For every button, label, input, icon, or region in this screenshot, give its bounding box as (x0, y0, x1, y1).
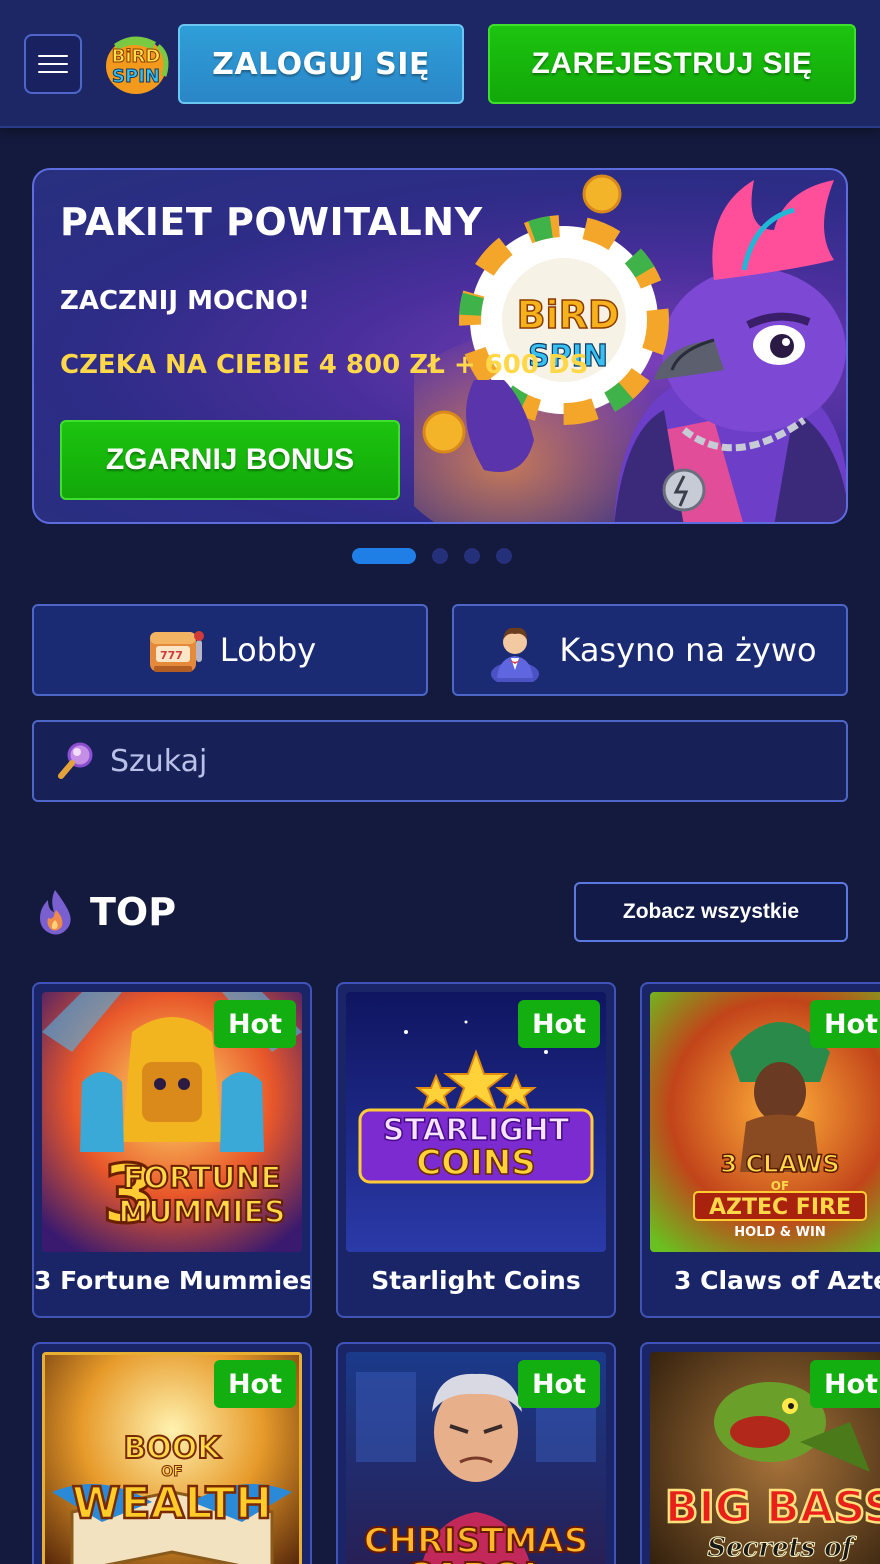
art-text: WEALTH (72, 1478, 272, 1529)
game-title: 3 Fortune Mummies (34, 1266, 312, 1295)
hot-badge: Hot (213, 1360, 296, 1408)
chip-text-bird: BiRD (517, 293, 620, 337)
art-text: CAROL (404, 1555, 547, 1564)
game-card[interactable]: BOOK OF WEALTH Hot (32, 1342, 312, 1564)
login-button[interactable]: ZALOGUJ SIĘ (178, 24, 464, 104)
lobby-label: Lobby (219, 631, 317, 669)
hamburger-menu-button[interactable] (24, 34, 82, 94)
search-input[interactable] (110, 743, 810, 779)
hot-badge: Hot (517, 1000, 600, 1048)
art-text: Secrets of (707, 1533, 856, 1563)
dealer-icon (491, 627, 540, 682)
hot-badge: Hot (213, 1000, 296, 1048)
logo-text-bird: BiRD (112, 46, 161, 67)
slot-machine-icon: 777 (149, 631, 204, 672)
game-card[interactable]: 3 CLAWS OF AZTEC FIRE HOLD & WIN Hot 3 C… (640, 982, 880, 1318)
see-all-button[interactable]: Zobacz wszystkie (574, 882, 848, 942)
carousel-dot-2[interactable] (432, 548, 448, 564)
game-title: 3 Claws of Aztec Fire (674, 1266, 880, 1295)
banner-offer: CZEKA NA CIEBIE 4 800 ZŁ + 600 DS (60, 350, 589, 380)
live-casino-label: Kasyno na żywo (559, 631, 817, 669)
carousel-pagination (352, 548, 512, 564)
carousel-dot-1[interactable] (352, 548, 416, 564)
art-text: COINS (416, 1143, 535, 1183)
art-text: HOLD & WIN (734, 1225, 825, 1240)
svg-text:777: 777 (160, 649, 183, 662)
carousel-dot-4[interactable] (496, 548, 512, 564)
game-title: Starlight Coins (371, 1266, 581, 1295)
hot-badge: Hot (809, 1000, 880, 1048)
flame-icon (40, 890, 71, 935)
game-card[interactable]: 3 FORTUNE MUMMIES Hot 3 Fortune Mummies (32, 982, 312, 1318)
banner-title: PAKIET POWITALNY (60, 200, 483, 244)
claim-bonus-button[interactable]: ZGARNIJ BONUS (60, 420, 400, 500)
menu-line (38, 63, 68, 65)
art-text: BOOK (123, 1431, 222, 1466)
hot-badge: Hot (809, 1360, 880, 1408)
search-bar (32, 720, 848, 802)
top-section-header: TOP (34, 884, 176, 940)
game-card[interactable]: STARLIGHT COINS Hot Starlight Coins (336, 982, 616, 1318)
art-text: MUMMIES (118, 1195, 285, 1230)
art-text: BIG BASS (665, 1482, 880, 1533)
magnifier-icon (58, 742, 93, 779)
art-text: FORTUNE (123, 1161, 281, 1196)
top-section-title: TOP (90, 890, 177, 934)
lobby-button[interactable]: 777 Lobby (32, 604, 428, 696)
bird-spin-logo[interactable]: BiRD SPIN (94, 26, 178, 100)
logo-text-spin: SPIN (112, 66, 160, 87)
game-card[interactable]: BIG BASS Secrets of Hot (640, 1342, 880, 1564)
carousel-dot-3[interactable] (464, 548, 480, 564)
banner-subtitle: ZACZNIJ MOCNO! (60, 286, 310, 316)
art-text: AZTEC FIRE (709, 1195, 851, 1220)
art-text: OF (771, 1179, 789, 1193)
promo-banner[interactable]: BiRD SPIN PAKIET POWITALNY ZACZNIJ MOCNO… (32, 168, 848, 524)
menu-line (38, 55, 68, 57)
header: BiRD SPIN ZALOGUJ SIĘ ZAREJESTRUJ SIĘ (0, 0, 880, 128)
menu-line (38, 71, 68, 73)
live-casino-button[interactable]: Kasyno na żywo (452, 604, 848, 696)
hot-badge: Hot (517, 1360, 600, 1408)
game-card[interactable]: CHRISTMAS CAROL Hot (336, 1342, 616, 1564)
register-button[interactable]: ZAREJESTRUJ SIĘ (488, 24, 856, 104)
art-text: 3 CLAWS (720, 1150, 839, 1178)
